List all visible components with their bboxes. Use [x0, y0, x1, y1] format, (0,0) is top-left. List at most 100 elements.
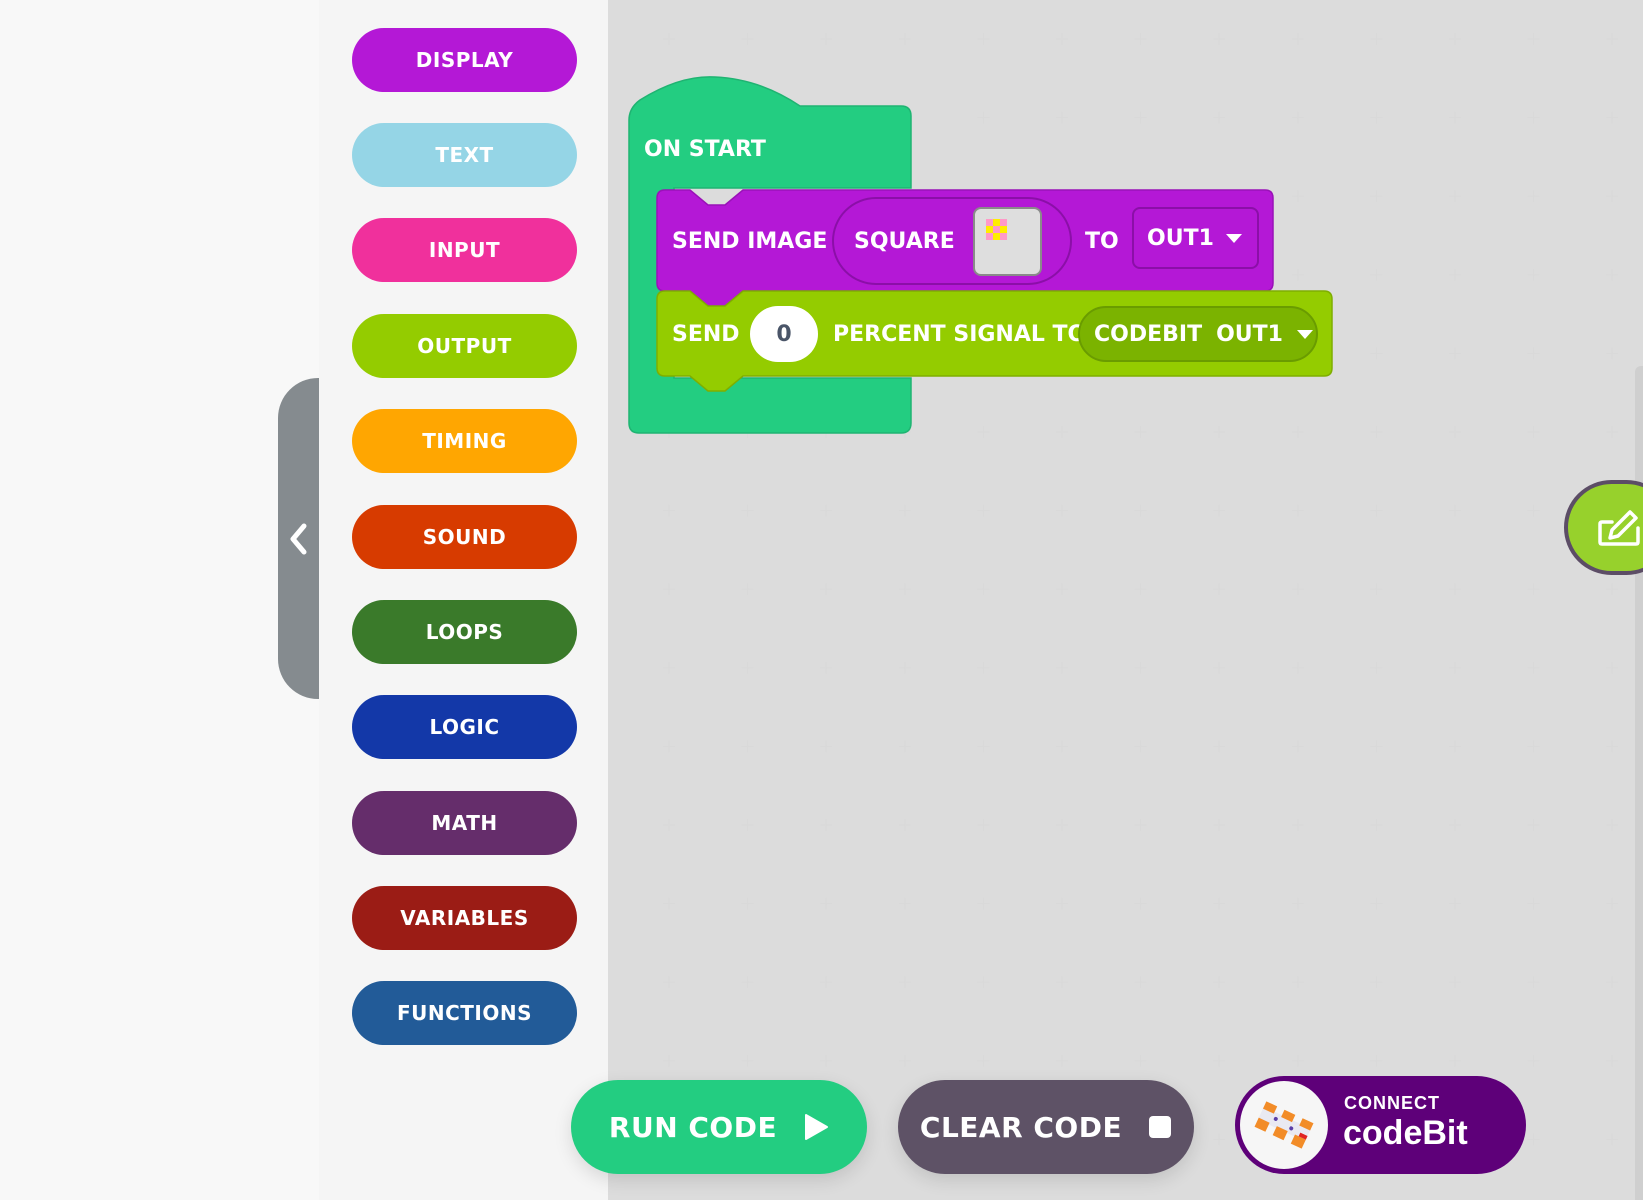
device-label: CODEBIT: [1094, 321, 1203, 347]
code-workspace[interactable]: [608, 0, 1643, 1200]
grid-plus: [1056, 504, 1068, 517]
category-functions[interactable]: FUNCTIONS: [352, 981, 577, 1045]
category-label: LOGIC: [429, 715, 500, 739]
grid-plus: [1134, 504, 1147, 517]
category-display[interactable]: DISPLAY: [352, 28, 577, 92]
category-logic[interactable]: LOGIC: [352, 695, 577, 759]
category-input[interactable]: INPUT: [352, 218, 577, 282]
grid-plus: [1370, 504, 1383, 517]
grid-plus: [1370, 740, 1383, 753]
category-timing[interactable]: TIMING: [352, 409, 577, 473]
grid-plus: [977, 897, 990, 910]
percent-value-input[interactable]: 0: [750, 306, 818, 362]
grid-plus: [1527, 426, 1540, 438]
grid-plus: [663, 190, 675, 203]
grid-plus: [1134, 661, 1147, 674]
grid-plus: [1213, 819, 1226, 831]
grid-plus: [1213, 426, 1226, 438]
category-label: OUTPUT: [417, 334, 512, 358]
grid-plus: [1134, 976, 1147, 989]
grid-plus: [1527, 1054, 1540, 1067]
grid-plus: [1449, 1054, 1461, 1067]
grid-plus: [1291, 583, 1304, 596]
grid-plus: [663, 504, 675, 517]
grid-plus: [898, 190, 911, 203]
play-icon: [805, 1114, 829, 1140]
category-label: LOOPS: [425, 620, 504, 644]
checker-pattern-icon: [986, 219, 1007, 240]
grid-plus: [898, 426, 911, 438]
run-code-button[interactable]: RUN CODE: [571, 1080, 867, 1174]
grid-plus: [1134, 33, 1147, 45]
grid-plus: [741, 111, 754, 124]
grid-plus: [1213, 897, 1226, 910]
grid-plus: [820, 111, 833, 124]
category-loops[interactable]: LOOPS: [352, 600, 577, 664]
pixel: [1000, 233, 1007, 240]
pixel: [1000, 226, 1007, 233]
grid-plus: [1213, 1133, 1226, 1146]
grid-plus: [663, 347, 675, 360]
codebit-port-dropdown[interactable]: CODEBIT OUT1: [1078, 306, 1318, 362]
grid-plus: [977, 504, 990, 517]
grid-plus: [1291, 976, 1304, 989]
grid-plus: [1449, 190, 1461, 203]
grid-plus: [898, 33, 911, 45]
stop-icon: [1149, 1116, 1172, 1138]
grid-plus: [820, 897, 833, 910]
category-output[interactable]: OUTPUT: [352, 314, 577, 378]
grid-plus: [1213, 976, 1226, 989]
grid-plus: [1291, 661, 1304, 674]
edit-icon: [1598, 510, 1640, 546]
grid-plus: [1291, 504, 1304, 517]
grid-plus: [1370, 1054, 1383, 1067]
grid-plus: [1134, 426, 1147, 438]
grid-plus: [1606, 740, 1619, 753]
grid-plus: [1056, 897, 1068, 910]
grid-plus: [820, 819, 833, 831]
grid-plus: [820, 740, 833, 753]
category-text[interactable]: TEXT: [352, 123, 577, 187]
grid-plus: [898, 347, 911, 360]
grid-plus: [1606, 1133, 1619, 1146]
grid-plus: [1449, 504, 1461, 517]
grid-plus: [898, 1054, 911, 1067]
collapse-sidebar-button[interactable]: [278, 378, 319, 699]
grid-plus: [898, 661, 911, 674]
grid-plus: [1527, 661, 1540, 674]
grid-plus: [741, 583, 754, 596]
category-label: DISPLAY: [415, 48, 514, 72]
grid-plus: [1449, 347, 1461, 360]
grid-plus: [741, 504, 754, 517]
grid-plus: [898, 897, 911, 910]
grid-plus: [898, 976, 911, 989]
block-category-sidebar: DISPLAY TEXT INPUT OUTPUT TIMING SOUND LOOPS LO…: [319, 0, 608, 1200]
category-variables[interactable]: VARIABLES: [352, 886, 577, 950]
grid-plus: [820, 504, 833, 517]
grid-plus: [977, 111, 990, 124]
grid-plus: [1606, 583, 1619, 596]
grid-plus: [977, 976, 990, 989]
grid-plus: [1213, 111, 1226, 124]
grid-plus: [1370, 268, 1383, 281]
grid-plus: [1527, 819, 1540, 831]
clear-code-button[interactable]: CLEAR CODE: [898, 1080, 1194, 1174]
category-sound[interactable]: SOUND: [352, 505, 577, 569]
grid-plus: [1134, 583, 1147, 596]
grid-plus: [741, 190, 754, 203]
on-start-label: ON START: [644, 137, 766, 162]
category-label: VARIABLES: [400, 906, 529, 930]
category-label: TIMING: [422, 429, 507, 453]
image-swatch[interactable]: [973, 207, 1042, 276]
output-port-dropdown[interactable]: OUT1: [1132, 207, 1259, 269]
grid-plus: [820, 661, 833, 674]
grid-plus: [1213, 504, 1226, 517]
grid-plus: [1213, 1054, 1226, 1067]
grid-plus: [1056, 661, 1068, 674]
grid-plus: [898, 504, 911, 517]
category-math[interactable]: MATH: [352, 791, 577, 855]
grid-plus: [1449, 976, 1461, 989]
grid-plus: [1527, 740, 1540, 753]
grid-plus: [1370, 33, 1383, 45]
connect-codebit-button[interactable]: CONNECT codeBit: [1235, 1076, 1526, 1174]
